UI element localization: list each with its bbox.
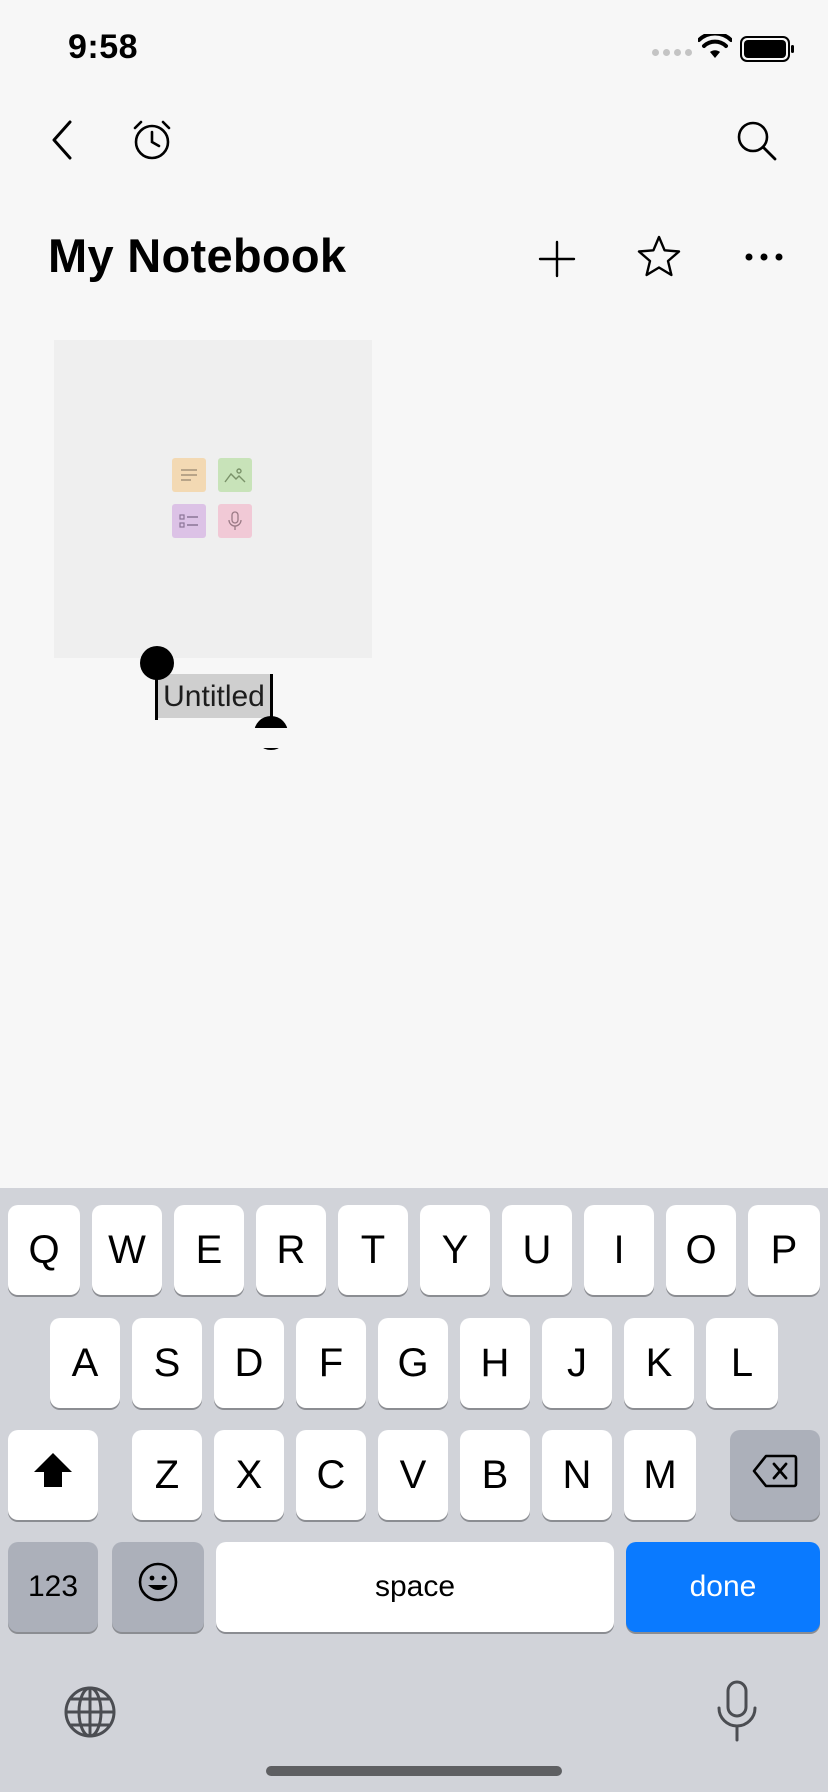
key-o[interactable]: O [666,1205,736,1295]
key-n[interactable]: N [542,1430,612,1520]
cellular-signal-icon [652,49,692,56]
key-i[interactable]: I [584,1205,654,1295]
key-b[interactable]: B [460,1430,530,1520]
numbers-key[interactable]: 123 [8,1542,98,1632]
delete-key[interactable] [730,1430,820,1520]
done-key[interactable]: done [626,1542,820,1632]
status-time: 9:58 [68,28,139,66]
key-e[interactable]: E [174,1205,244,1295]
page-title: My Notebook [48,229,347,282]
key-p[interactable]: P [748,1205,820,1295]
key-x[interactable]: X [214,1430,284,1520]
note-title-field[interactable]: Untitled [140,646,288,750]
key-q[interactable]: Q [8,1205,80,1295]
checklist-note-icon [172,504,206,538]
globe-icon[interactable] [62,1684,118,1740]
selection-start-caret [155,674,158,720]
shift-arrow-icon [32,1451,74,1499]
star-icon[interactable] [636,234,682,280]
key-z[interactable]: Z [132,1430,202,1520]
add-icon[interactable] [536,238,578,280]
alarm-clock-icon[interactable] [128,116,176,164]
key-k[interactable]: K [624,1318,694,1408]
backspace-icon [752,1453,798,1498]
keyboard: Q W E R T Y U I O P A S D F G H J K L Z … [0,1188,828,1792]
microphone-icon[interactable] [712,1678,762,1744]
key-m[interactable]: M [624,1430,696,1520]
key-h[interactable]: H [460,1318,530,1408]
space-key[interactable]: space [216,1542,614,1632]
wifi-icon [697,31,733,65]
key-w[interactable]: W [92,1205,162,1295]
image-note-icon [218,458,252,492]
emoji-icon [137,1561,179,1613]
home-indicator [266,1766,562,1776]
field-clip [240,728,320,748]
key-v[interactable]: V [378,1430,448,1520]
key-s[interactable]: S [132,1318,202,1408]
shift-key[interactable] [8,1430,98,1520]
key-g[interactable]: G [378,1318,448,1408]
audio-note-icon [218,504,252,538]
key-r[interactable]: R [256,1205,326,1295]
key-f[interactable]: F [296,1318,366,1408]
back-chevron-icon[interactable] [40,116,84,164]
key-j[interactable]: J [542,1318,612,1408]
key-u[interactable]: U [502,1205,572,1295]
selection-end-caret [270,674,273,720]
key-c[interactable]: C [296,1430,366,1520]
note-card-thumbnail[interactable] [54,340,372,658]
more-options-icon[interactable] [744,246,784,268]
selection-start-handle[interactable] [140,646,174,680]
search-icon[interactable] [734,118,780,164]
key-t[interactable]: T [338,1205,408,1295]
key-y[interactable]: Y [420,1205,490,1295]
emoji-key[interactable] [112,1542,204,1632]
key-l[interactable]: L [706,1318,778,1408]
text-note-icon [172,458,206,492]
key-a[interactable]: A [50,1318,120,1408]
key-d[interactable]: D [214,1318,284,1408]
battery-icon [740,36,796,67]
note-title-text[interactable]: Untitled [154,680,274,714]
